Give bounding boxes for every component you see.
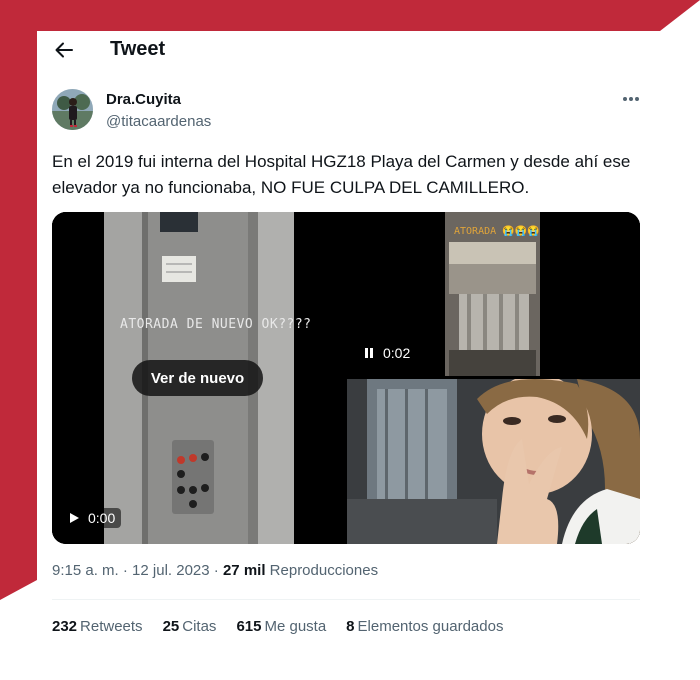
likes-label: Me gusta xyxy=(264,618,327,635)
video-time-badge[interactable]: 0:02 xyxy=(359,343,417,363)
bookmarks-stat[interactable]: 8 Elementos guardados xyxy=(346,618,503,635)
retweets-stat[interactable]: 232 Retweets xyxy=(52,618,143,635)
tweet-stats: 232 Retweets 25 Citas 615 Me gusta 8 Element… xyxy=(52,618,503,635)
bookmarks-count: 8 xyxy=(346,618,355,635)
tweet-date[interactable]: 12 jul. 2023 xyxy=(132,562,210,579)
retweets-label: Retweets xyxy=(80,618,143,635)
more-options-button[interactable] xyxy=(617,89,645,109)
video-elevator-door[interactable]: ATORADA 😭😭😭 0:02 xyxy=(347,212,640,376)
quotes-label: Citas xyxy=(182,618,217,635)
video-overlay-caption: ATORADA 😭😭😭 xyxy=(454,226,540,237)
quotes-count: 25 xyxy=(162,618,180,635)
media-grid: ATORADA DE NUEVO OK???? Ver de nuevo 0:0… xyxy=(52,212,640,544)
page-title: Tweet xyxy=(110,38,166,60)
meta-separator: · xyxy=(122,562,128,579)
tweet-meta: 9:15 a. m. · 12 jul. 2023 · 27 mil Repro… xyxy=(52,562,378,579)
meta-separator: · xyxy=(213,562,219,579)
video-time: 0:00 xyxy=(88,510,116,526)
video-elevator-panel[interactable]: ATORADA DE NUEVO OK???? Ver de nuevo 0:0… xyxy=(52,212,344,544)
views-count: 27 mil xyxy=(222,562,266,579)
bookmarks-label: Elementos guardados xyxy=(357,618,504,635)
quotes-stat[interactable]: 25 Citas xyxy=(163,618,217,635)
back-button[interactable] xyxy=(51,37,77,63)
video-time-badge[interactable]: 0:00 xyxy=(64,508,122,528)
play-icon xyxy=(70,513,79,523)
replay-button[interactable]: Ver de nuevo xyxy=(132,360,263,396)
pause-icon xyxy=(365,348,373,358)
arrow-left-icon xyxy=(55,42,73,58)
tweet-card: Tweet Dra.Cuyita @titacaardenas En el 20… xyxy=(37,31,658,680)
video-time: 0:02 xyxy=(383,345,411,361)
selfie-photo[interactable] xyxy=(347,379,640,544)
author-display-name[interactable]: Dra.Cuyita xyxy=(106,91,181,108)
views-label: Reproducciones xyxy=(269,562,379,579)
more-horizontal-icon xyxy=(623,97,639,101)
avatar[interactable] xyxy=(52,89,93,130)
video-overlay-caption: ATORADA DE NUEVO OK???? xyxy=(120,317,312,332)
tweet-text: En el 2019 fui interna del Hospital HGZ1… xyxy=(52,152,631,197)
tweet-time[interactable]: 9:15 a. m. xyxy=(52,562,119,579)
retweets-count: 232 xyxy=(52,618,78,635)
likes-count: 615 xyxy=(236,618,262,635)
page-header: Tweet xyxy=(37,31,658,71)
author-handle[interactable]: @titacaardenas xyxy=(106,113,211,130)
likes-stat[interactable]: 615 Me gusta xyxy=(236,618,326,635)
divider xyxy=(52,599,640,600)
